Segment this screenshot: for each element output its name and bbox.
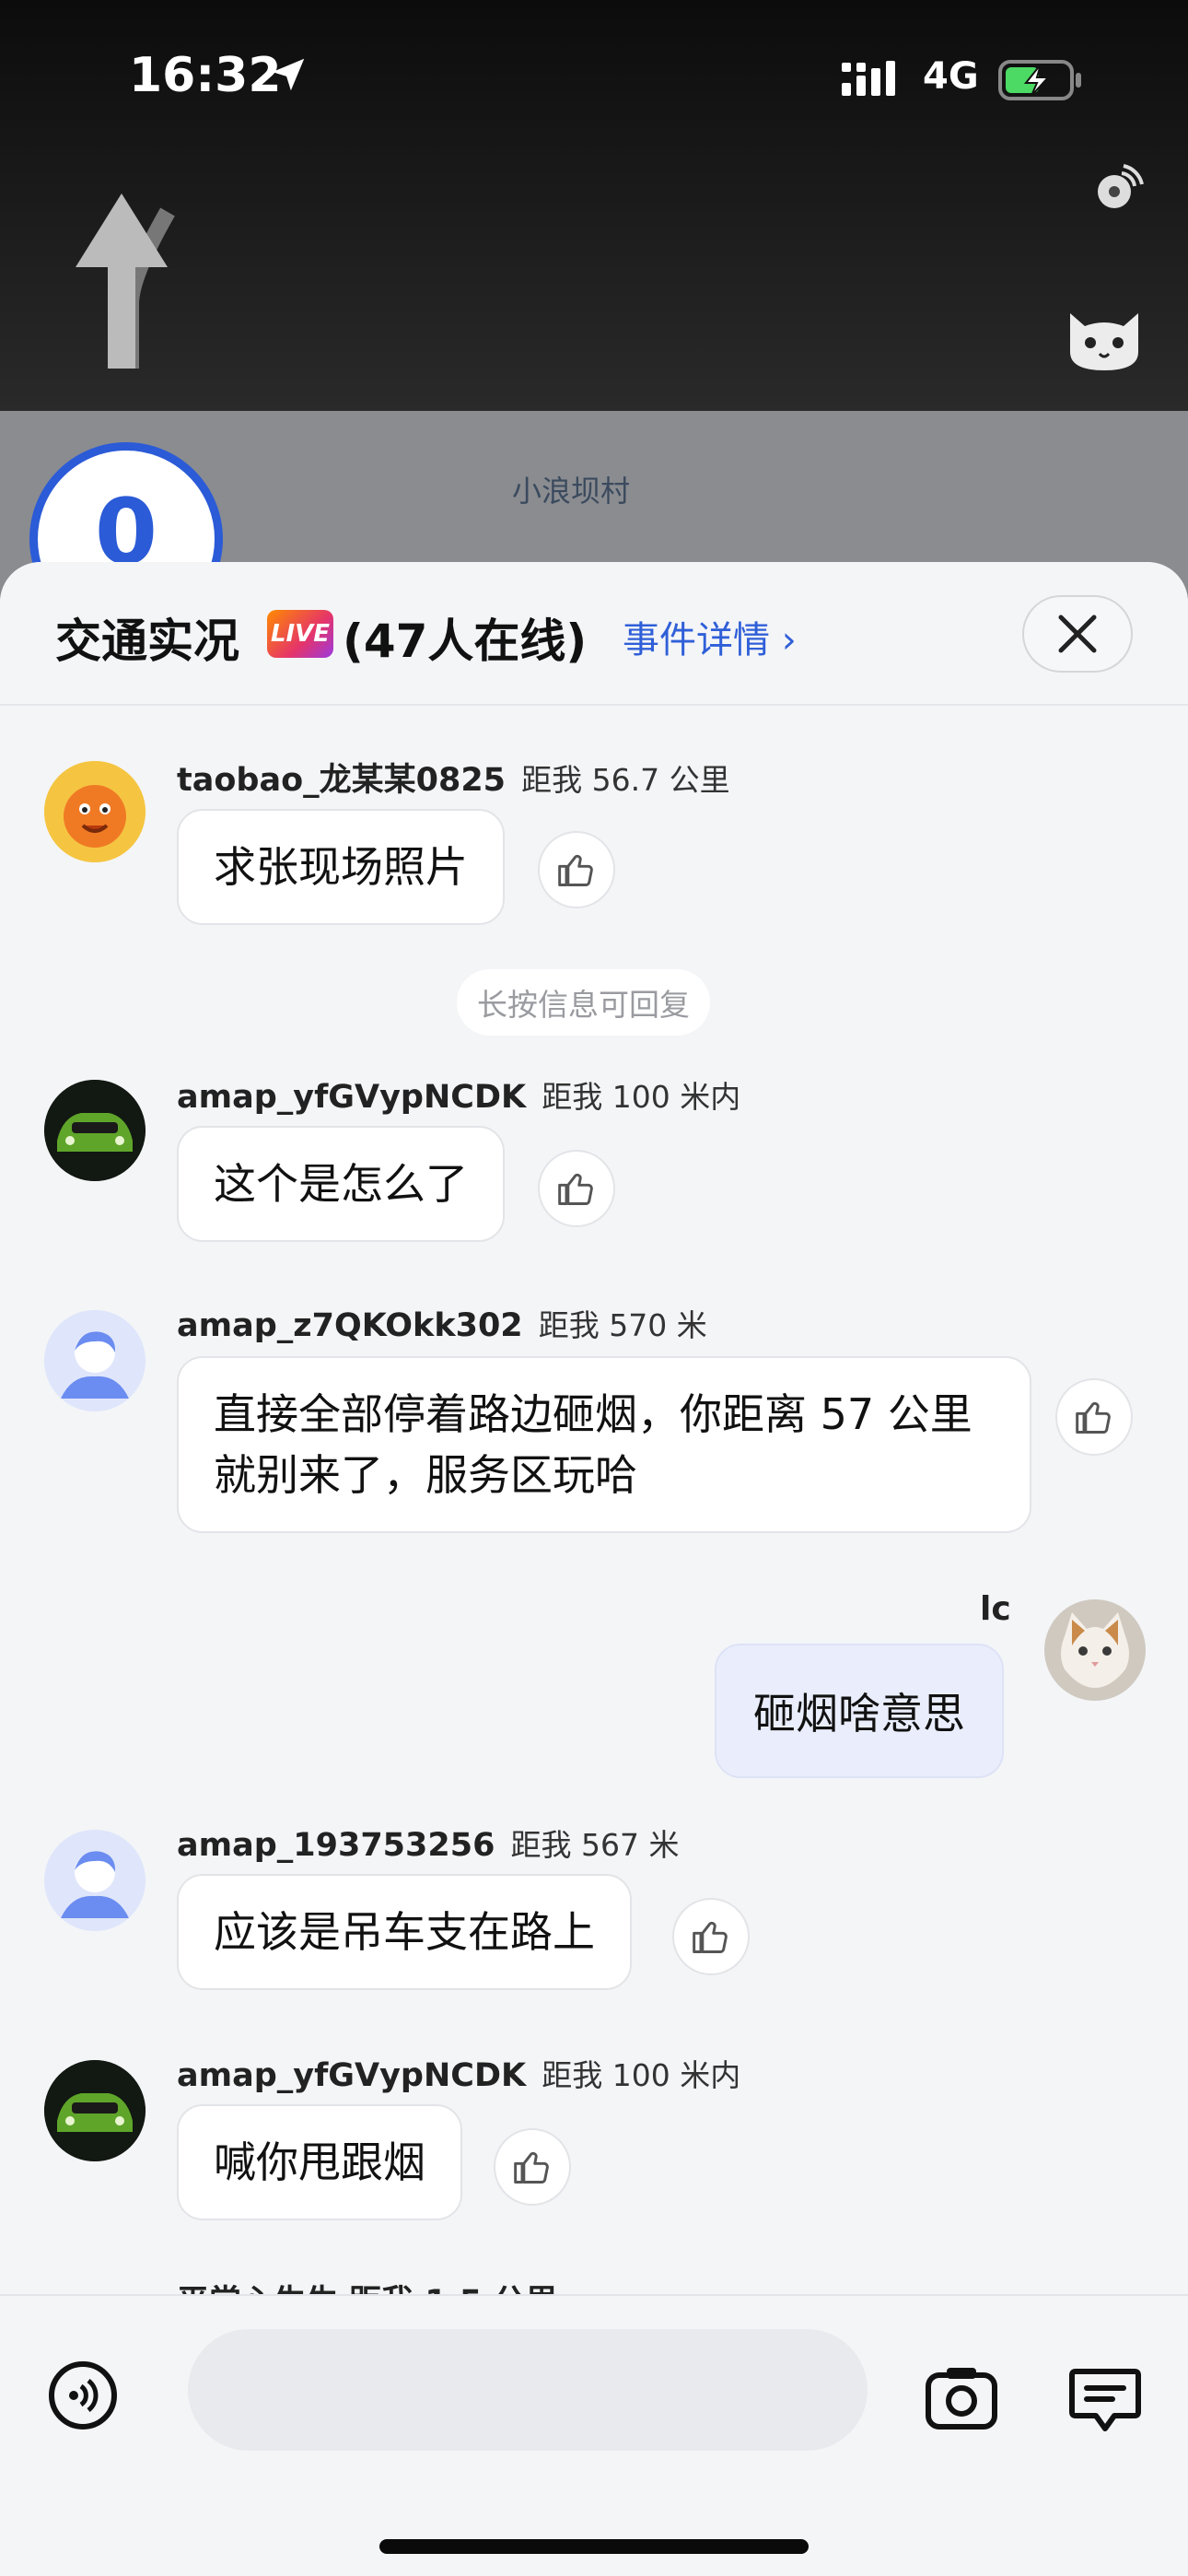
sheet-header: 交通实况 LIVE (47人在线) 事件详情 › bbox=[0, 562, 1188, 706]
message-text: 求张现场照片 bbox=[214, 842, 468, 892]
distance: 距我 100 米内 bbox=[542, 1079, 741, 1115]
username: amap_193753256 bbox=[177, 1827, 495, 1864]
message-meta: taobao_龙某某0825 距我 56.7 公里 bbox=[177, 754, 730, 801]
event-details-link[interactable]: 事件详情 › bbox=[623, 610, 797, 663]
message-bubble[interactable]: 这个是怎么了 bbox=[177, 1126, 505, 1242]
cat-photo-avatar bbox=[1044, 1599, 1146, 1701]
orange-mascot-avatar bbox=[44, 761, 146, 862]
message-text: 应该是吊车支在路上 bbox=[214, 1907, 595, 1957]
username: taobao_龙某某0825 bbox=[177, 762, 507, 799]
status-time: 16:32 bbox=[129, 48, 282, 103]
distance: 距我 56.7 公里 bbox=[521, 762, 730, 798]
my-message-bubble[interactable]: 砸烟啥意思 bbox=[715, 1644, 1004, 1778]
message-text-line: 直接全部停着路边砸烟，你距离 57 公里 bbox=[214, 1389, 973, 1439]
message-text: 喊你甩跟烟 bbox=[214, 2137, 425, 2187]
network-type: 4G bbox=[923, 55, 979, 98]
thumbs-up-icon bbox=[693, 1921, 728, 1953]
message-meta: amap_yfGVypNCDK 距我 100 米内 bbox=[177, 1072, 740, 1117]
cat-face-icon[interactable] bbox=[1063, 300, 1146, 374]
message-meta: amap_yfGVypNCDK 距我 100 米内 bbox=[177, 2051, 740, 2095]
green-car-avatar bbox=[44, 2060, 146, 2161]
message-input[interactable] bbox=[188, 2329, 868, 2451]
thumbs-up-icon bbox=[514, 2151, 549, 2184]
like-button[interactable] bbox=[1055, 1378, 1133, 1456]
avatar[interactable] bbox=[44, 1080, 146, 1181]
chat-input-bar bbox=[0, 2294, 1188, 2576]
thumbs-up-icon bbox=[1076, 1401, 1111, 1434]
reply-hint: 长按信息可回复 bbox=[457, 969, 710, 1036]
distance: 距我 100 米内 bbox=[542, 2057, 741, 2093]
avatar[interactable] bbox=[44, 1830, 146, 1931]
avatar[interactable] bbox=[44, 1310, 146, 1411]
distance: 距我 567 米 bbox=[510, 1827, 680, 1863]
message-bubble[interactable]: 求张现场照片 bbox=[177, 809, 505, 925]
like-button[interactable] bbox=[538, 1150, 615, 1227]
signal-bars-icon bbox=[842, 61, 895, 96]
traffic-chat-sheet: 交通实况 LIVE (47人在线) 事件详情 › taobao_龙某某0825 … bbox=[0, 562, 1188, 2576]
like-button[interactable] bbox=[538, 831, 615, 908]
like-button[interactable] bbox=[494, 2128, 571, 2206]
thumbs-up-icon bbox=[558, 854, 593, 886]
message-bubble[interactable]: 应该是吊车支在路上 bbox=[177, 1874, 632, 1990]
distance: 距我 570 米 bbox=[538, 1307, 707, 1343]
username: amap_yfGVypNCDK bbox=[177, 2057, 527, 2094]
message-text-line: 就别来了，服务区玩哈 bbox=[214, 1450, 637, 1500]
close-button[interactable] bbox=[1022, 595, 1133, 673]
comment-icon[interactable] bbox=[1068, 2366, 1142, 2434]
navigation-header: 16:32 4G bbox=[0, 0, 1188, 415]
location-arrow-icon bbox=[272, 58, 305, 91]
map-place-label: 小浪坝村 bbox=[512, 474, 631, 509]
like-button[interactable] bbox=[672, 1898, 750, 1975]
live-badge: LIVE bbox=[267, 610, 333, 658]
online-count: (47人在线) bbox=[343, 615, 588, 668]
message-meta: amap_z7QKOkk302 距我 570 米 bbox=[177, 1301, 707, 1345]
username: amap_yfGVypNCDK bbox=[177, 1079, 527, 1116]
thumbs-up-icon bbox=[558, 1173, 593, 1205]
default-user-avatar bbox=[44, 1830, 146, 1931]
gps-signal-icon[interactable] bbox=[1092, 162, 1144, 214]
green-car-avatar bbox=[44, 1080, 146, 1181]
home-indicator[interactable] bbox=[379, 2539, 809, 2554]
voice-broadcast-icon[interactable] bbox=[46, 2359, 120, 2432]
message-meta: amap_193753256 距我 567 米 bbox=[177, 1821, 680, 1865]
turn-arrow-icon bbox=[76, 193, 175, 369]
close-icon bbox=[1058, 615, 1097, 653]
avatar[interactable] bbox=[44, 2060, 146, 2161]
message-bubble[interactable]: 喊你甩跟烟 bbox=[177, 2104, 462, 2220]
message-bubble[interactable]: 直接全部停着路边砸烟，你距离 57 公里 就别来了，服务区玩哈 bbox=[177, 1356, 1031, 1533]
username: amap_z7QKOkk302 bbox=[177, 1307, 523, 1344]
message-text: 砸烟啥意思 bbox=[753, 1689, 965, 1739]
camera-icon[interactable] bbox=[925, 2364, 998, 2430]
default-user-avatar bbox=[44, 1310, 146, 1411]
sheet-title: 交通实况 bbox=[55, 615, 239, 668]
message-text: 这个是怎么了 bbox=[214, 1159, 468, 1209]
my-username: lc bbox=[980, 1590, 1011, 1628]
avatar[interactable] bbox=[44, 761, 146, 862]
battery-charging-icon bbox=[998, 60, 1081, 100]
my-avatar[interactable] bbox=[1044, 1599, 1146, 1701]
